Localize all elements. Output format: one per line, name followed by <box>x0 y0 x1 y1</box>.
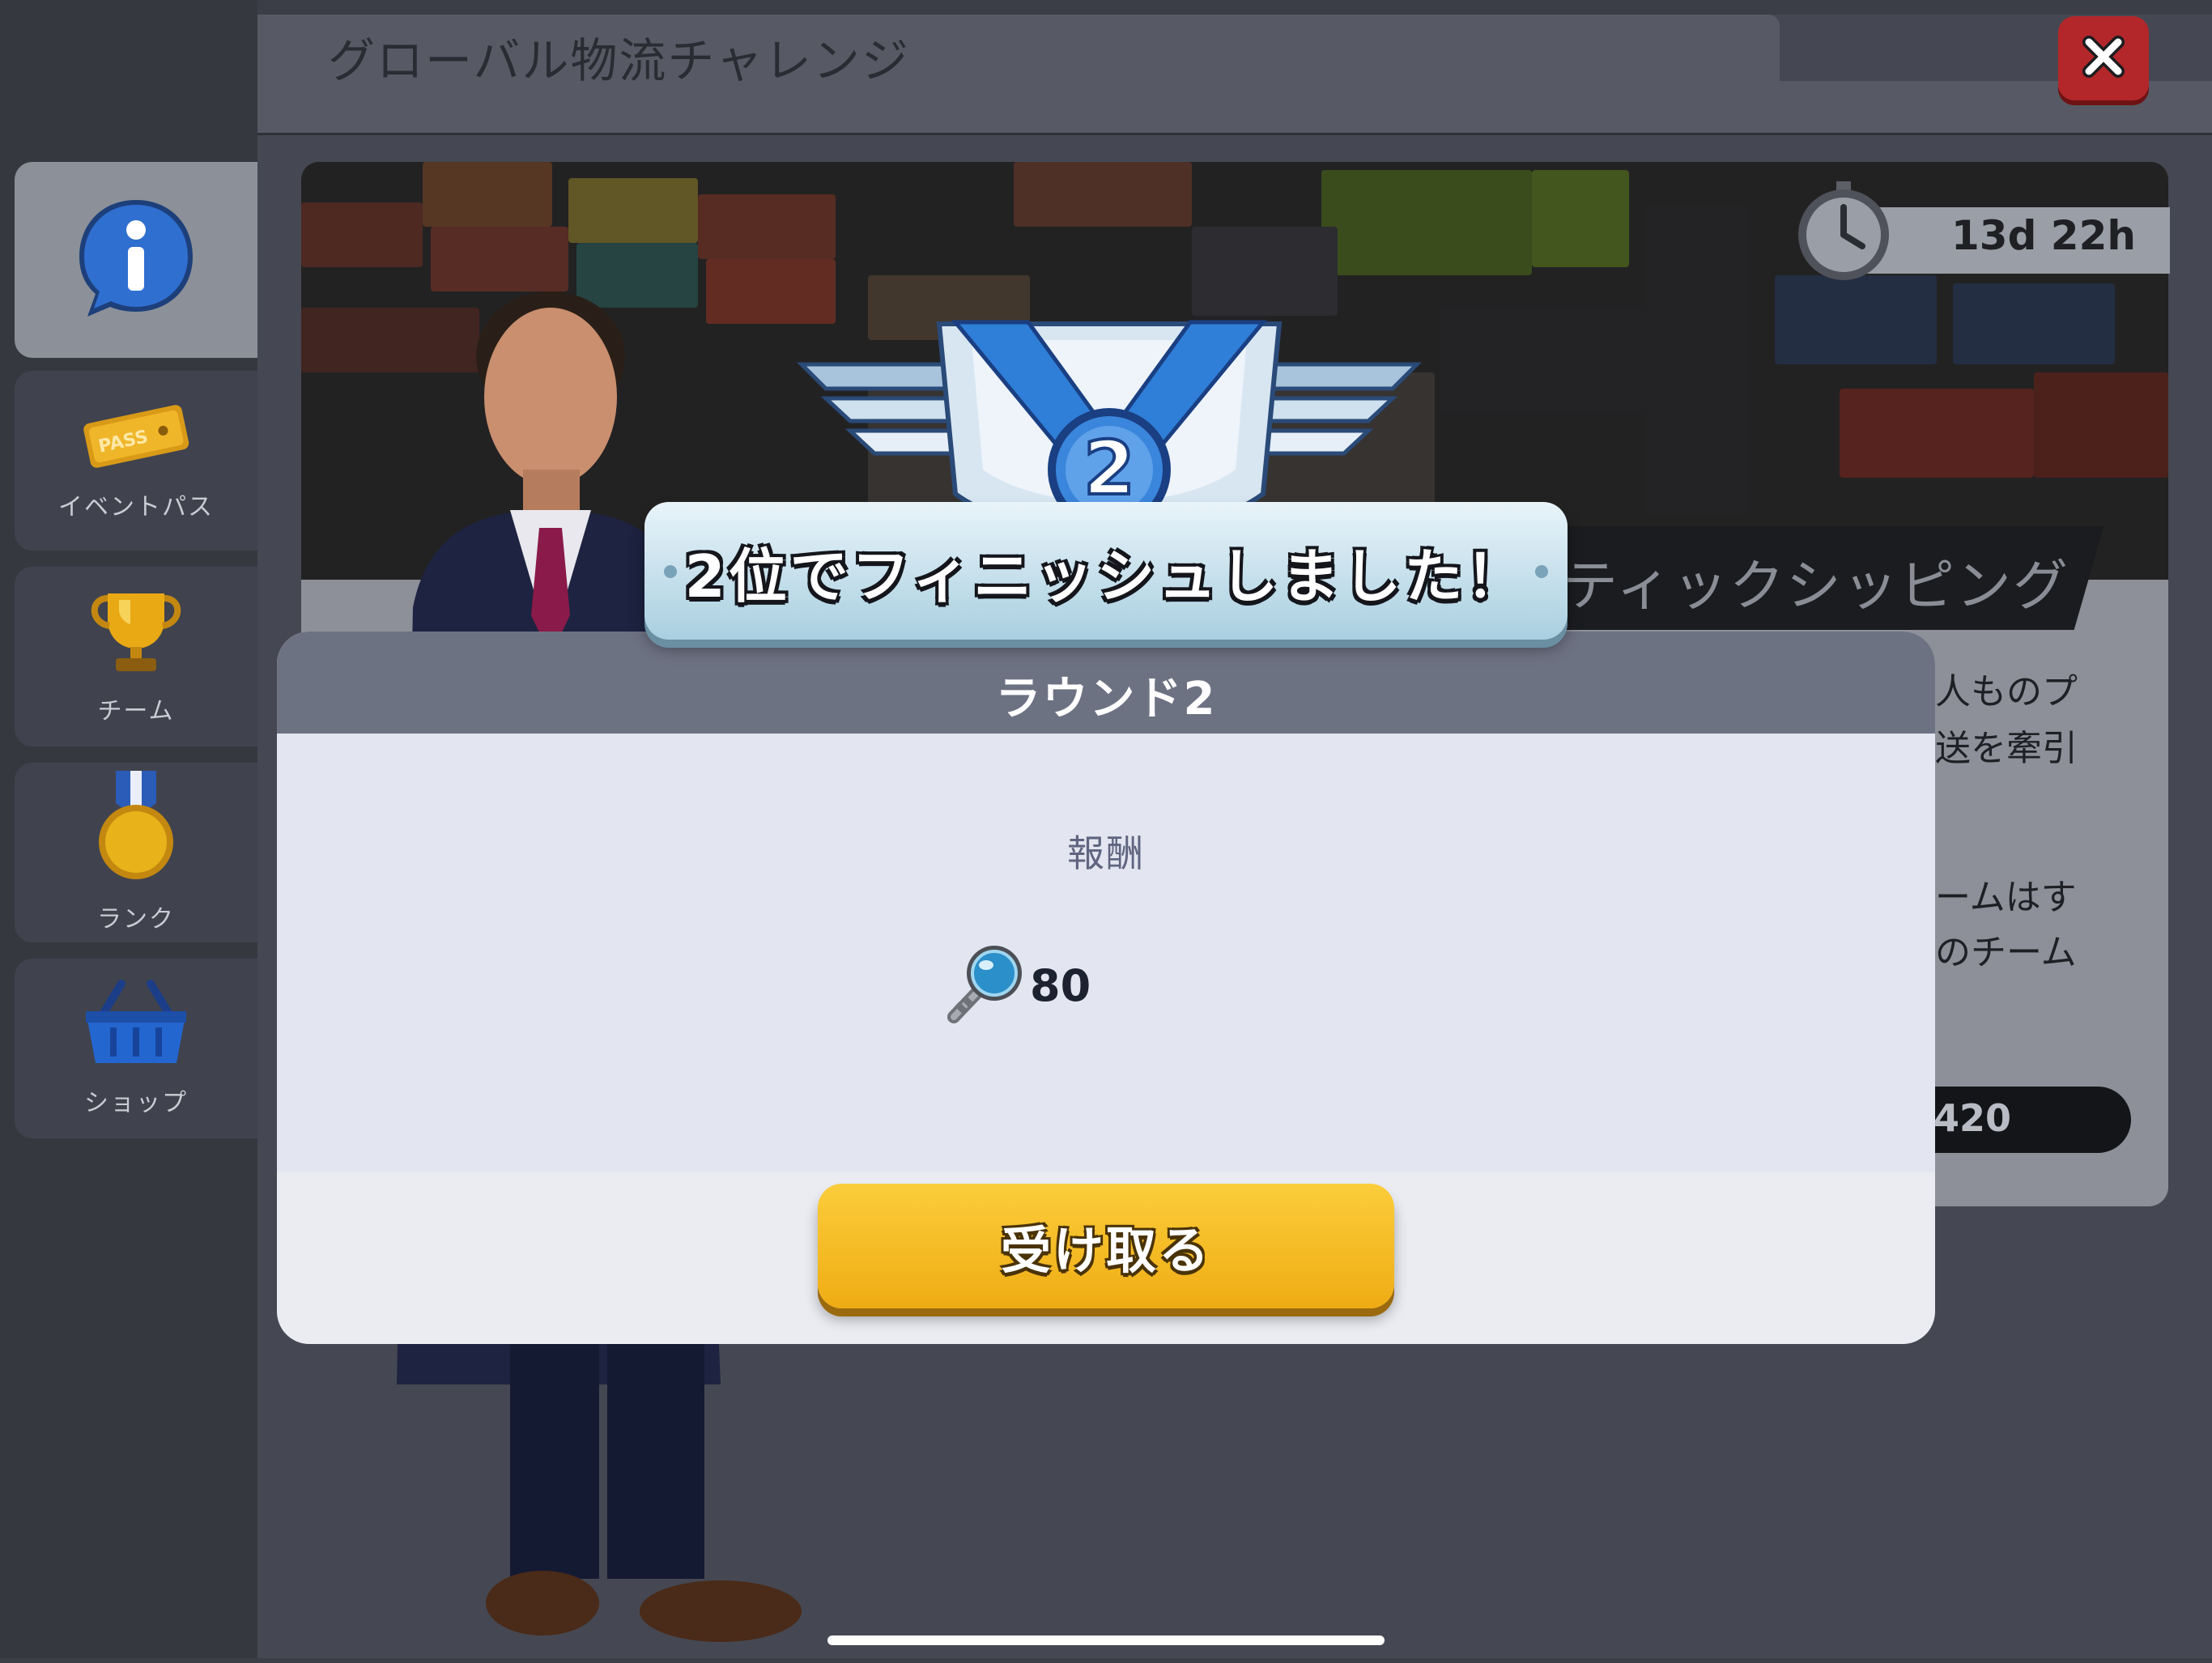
sidebar-item-shop[interactable]: ショップ <box>15 959 257 1138</box>
sidebar-item-label: ランク <box>97 905 175 934</box>
reward-label: 報酬 <box>1067 832 1145 875</box>
page-title: グローバル物流チャレンジ <box>328 33 910 88</box>
close-icon <box>2081 34 2126 83</box>
basket-icon <box>79 979 193 1071</box>
reward-item: 80 <box>938 939 1091 1031</box>
medal-icon <box>91 771 181 887</box>
info-icon <box>71 194 201 326</box>
claim-button-label: 受け取る <box>1000 1221 1211 1280</box>
info-text-line: のチーム <box>1935 932 2077 973</box>
sidebar-item-label: ショップ <box>84 1089 188 1117</box>
close-button[interactable] <box>2058 16 2149 100</box>
reward-value: 80 <box>1030 959 1091 1011</box>
round-title: ラウンド2 <box>995 672 1217 725</box>
info-text-line: ームはす <box>1935 877 2077 918</box>
event-ribbon-title: ティックシッピング <box>1563 555 2069 619</box>
finish-banner: 2位でフィニッシュしました！ <box>644 502 1568 640</box>
stopwatch-icon <box>1791 178 1896 287</box>
medal-rank-number: 2 <box>1083 425 1135 512</box>
trophy-icon <box>83 587 189 679</box>
event-timer: 13d 22h <box>1951 212 2136 259</box>
sidebar-item-rank[interactable]: ランク <box>15 763 257 942</box>
finish-title: 2位でフィニッシュしました！ <box>684 542 1528 610</box>
sidebar-item-team[interactable]: チーム <box>15 567 257 746</box>
sidebar-item-label: イベントパス <box>58 493 214 521</box>
modal-body: 報酬 80 <box>277 734 1935 1172</box>
sidebar-item-label: チーム <box>97 697 175 725</box>
sidebar-item-event-pass[interactable]: PASS イベントパス <box>15 371 257 551</box>
sidebar-item-info[interactable] <box>15 162 257 358</box>
home-indicator[interactable] <box>827 1635 1385 1645</box>
modal-header: ラウンド2 <box>277 632 1935 734</box>
pass-ticket-icon: PASS <box>79 399 193 475</box>
info-text-line: 人ものプ <box>1935 671 2078 712</box>
info-text-line: 送を牽引 <box>1935 728 2078 769</box>
sidebar: PASS イベントパス チーム ランク ショップ <box>0 0 257 1658</box>
claim-button[interactable]: 受け取る <box>818 1184 1394 1308</box>
magnifier-key-icon <box>938 939 1027 1031</box>
score-value: 420 <box>1933 1096 2012 1140</box>
